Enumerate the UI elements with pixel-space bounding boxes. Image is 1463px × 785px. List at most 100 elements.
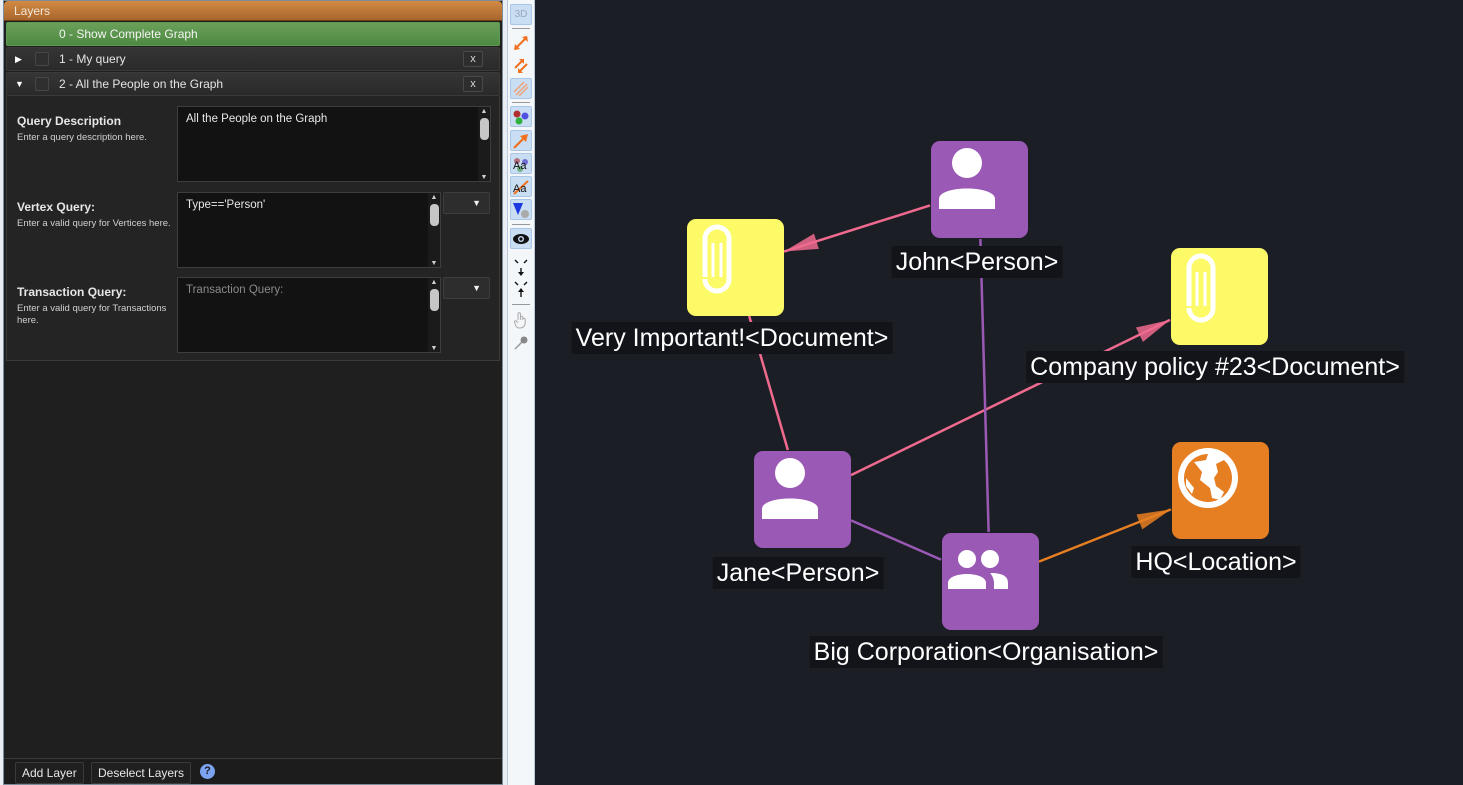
vertex-query-input[interactable]: Type=='Person' ▲ ▼	[177, 192, 441, 268]
field-hint: Enter a valid query for Transactions her…	[17, 303, 167, 326]
scrollbar[interactable]: ▲ ▼	[428, 193, 440, 267]
toolbar-divider	[512, 224, 530, 225]
node-big-corp[interactable]	[942, 533, 1039, 630]
double-arrow-icon	[514, 35, 528, 50]
deselect-layers-button[interactable]: Deselect Layers	[91, 762, 192, 784]
paperclip-icon	[1186, 253, 1216, 323]
visibility-button[interactable]	[510, 228, 532, 249]
layer-row-1[interactable]: ▶ 1 - My query x	[6, 47, 500, 71]
scroll-down-icon[interactable]: ▼	[480, 174, 488, 181]
graph-canvas[interactable]: John<Person> Very Important!<Document> C…	[535, 0, 1463, 785]
person-icon	[939, 148, 995, 209]
split-arrows-icon	[514, 58, 528, 73]
transaction-query-dropdown[interactable]: ▼	[443, 277, 490, 299]
remove-layer-button[interactable]: x	[463, 76, 483, 92]
node-label-very-important: Very Important!<Document>	[571, 322, 893, 354]
edge-arrowhead	[1136, 509, 1171, 530]
hand-icon	[514, 311, 526, 328]
help-icon[interactable]: ?	[200, 764, 215, 779]
toolbar-divider	[512, 304, 530, 305]
svg-text:Aa: Aa	[513, 160, 527, 172]
multi-arrows-icon	[513, 81, 529, 96]
toolbar-divider	[512, 102, 530, 103]
app-window: Layers 0 - Show Complete Graph ▶ 1 - My …	[0, 0, 1463, 785]
3d-label: 3D	[514, 9, 528, 20]
field-hint: Enter a valid query for Vertices here.	[17, 218, 171, 229]
layer-label: 2 - All the People on the Graph	[59, 77, 224, 91]
layers-panel-title: Layers	[4, 1, 502, 21]
svg-text:Aa: Aa	[513, 183, 527, 195]
node-hq[interactable]	[1172, 442, 1269, 539]
layer-label: 1 - My query	[59, 52, 126, 66]
scroll-down-icon[interactable]: ▼	[430, 345, 438, 352]
node-colors-button[interactable]	[510, 106, 532, 127]
vertex-query-dropdown[interactable]: ▼	[443, 192, 490, 214]
blazes-button[interactable]	[510, 199, 532, 220]
scroll-thumb[interactable]	[430, 204, 439, 226]
transaction-query-input[interactable]: Transaction Query: ▲ ▼	[177, 277, 441, 353]
paperclip-icon	[702, 224, 732, 294]
edge-jane-company-policy[interactable]	[850, 318, 1171, 477]
vertex-query-value: Type=='Person'	[186, 199, 266, 211]
add-layer-button[interactable]: Add Layer	[15, 762, 84, 784]
expand-icon[interactable]: ▶	[15, 48, 25, 70]
add-mode-button[interactable]	[510, 332, 532, 353]
layer-checkbox[interactable]	[35, 52, 49, 66]
field-hint: Enter a query description here.	[17, 132, 147, 143]
chevron-down-icon: ▼	[472, 283, 481, 293]
node-labels-icon: Aa	[513, 157, 528, 172]
node-label-john: John<Person>	[891, 246, 1063, 278]
select-mode-button[interactable]	[510, 309, 532, 330]
scroll-thumb[interactable]	[480, 118, 489, 140]
show-links-button[interactable]	[510, 32, 532, 53]
query-description-input[interactable]: All the People on the Graph ▲ ▼	[177, 106, 491, 182]
field-title: Query Description	[17, 114, 122, 128]
scroll-up-icon[interactable]: ▲	[480, 108, 488, 115]
toggle-3d-button[interactable]: 3D	[510, 4, 532, 25]
layer-row-2[interactable]: ▼ 2 - All the People on the Graph x	[6, 72, 500, 96]
collapse-icon[interactable]: ▼	[15, 73, 25, 95]
layer-row-0[interactable]: 0 - Show Complete Graph	[6, 22, 500, 46]
scrollbar[interactable]: ▲ ▼	[478, 107, 490, 181]
edge-arrowhead	[1135, 319, 1170, 342]
node-label-hq: HQ<Location>	[1131, 546, 1301, 578]
scroll-up-icon[interactable]: ▲	[430, 279, 438, 286]
node-company-policy[interactable]	[1171, 248, 1268, 345]
eye-icon	[513, 233, 529, 244]
layer-detail-panel: Query Description Enter a query descript…	[6, 96, 500, 361]
chevron-down-icon: ▼	[472, 198, 481, 208]
graph-toolbar: 3D Aa Aa	[507, 0, 535, 785]
layer-checkbox[interactable]	[35, 77, 49, 91]
connection-arrows-button[interactable]	[510, 130, 532, 151]
node-label-company-policy: Company policy #23<Document>	[1026, 351, 1404, 383]
scroll-thumb[interactable]	[430, 289, 439, 311]
show-transactions-button[interactable]	[510, 78, 532, 99]
edge-arrowhead	[784, 233, 819, 252]
scrollbar[interactable]: ▲ ▼	[428, 278, 440, 352]
connection-labels-button[interactable]: Aa	[510, 176, 532, 197]
node-jane[interactable]	[754, 451, 851, 548]
color-dots-icon	[513, 110, 529, 124]
node-john[interactable]	[931, 141, 1028, 238]
edge-jane-big-corp[interactable]	[850, 519, 942, 561]
node-label-jane: Jane<Person>	[712, 557, 884, 589]
connection-labels-icon: Aa	[513, 179, 529, 195]
query-description-value: All the People on the Graph	[186, 113, 328, 125]
remove-layer-button[interactable]: x	[463, 51, 483, 67]
show-edges-button[interactable]	[510, 55, 532, 76]
layers-panel: Layers 0 - Show Complete Graph ▶ 1 - My …	[3, 0, 503, 785]
person-icon	[762, 458, 818, 519]
arrow-icon	[513, 133, 528, 149]
field-title: Vertex Query:	[17, 200, 96, 214]
layer-label: 0 - Show Complete Graph	[59, 27, 198, 41]
scroll-down-icon[interactable]: ▼	[430, 260, 438, 267]
node-labels-button[interactable]: Aa	[510, 153, 532, 174]
edge-john-big-corp[interactable]	[979, 238, 990, 533]
expand-collapse-icon	[514, 259, 528, 297]
scroll-up-icon[interactable]: ▲	[430, 194, 438, 201]
toolbar-divider	[512, 28, 530, 29]
node-very-important[interactable]	[687, 219, 784, 316]
globe-icon	[1178, 448, 1238, 508]
node-label-big-corp: Big Corporation<Organisation>	[809, 636, 1163, 668]
expand-collapse-button[interactable]	[510, 256, 532, 300]
